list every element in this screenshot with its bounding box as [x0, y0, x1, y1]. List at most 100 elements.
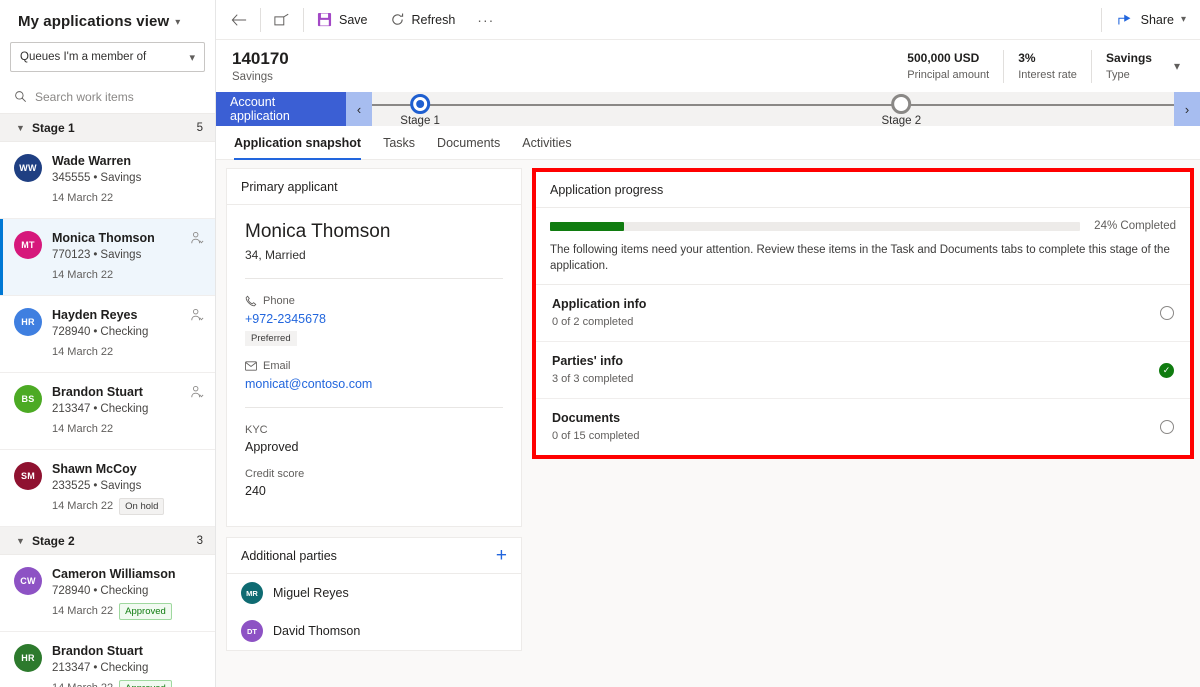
progress-bar-fill — [550, 221, 625, 231]
bpf-stage[interactable]: Stage 2 — [881, 92, 921, 127]
share-button[interactable]: Share ▾ — [1104, 0, 1200, 40]
open-record-button[interactable] — [263, 0, 301, 40]
search-placeholder: Search work items — [35, 89, 134, 104]
bpf-previous-button[interactable]: ‹ — [346, 92, 372, 126]
avatar: DT — [241, 620, 263, 642]
mail-icon — [245, 361, 257, 371]
progress-item[interactable]: Documents 0 of 15 completed — [536, 399, 1190, 455]
work-item-name: Hayden Reyes — [52, 308, 138, 322]
record-title: 140170 — [232, 48, 289, 68]
primary-applicant-card-header: Primary applicant — [227, 169, 521, 205]
header-field-label: Interest rate — [1018, 68, 1077, 81]
refresh-label: Refresh — [411, 12, 456, 27]
group-title: Stage 1 — [32, 120, 75, 135]
bpf-process-name[interactable]: Account application — [216, 92, 346, 126]
avatar: SM — [14, 462, 42, 490]
party-list-item[interactable]: MR Miguel Reyes — [227, 574, 521, 612]
work-item-name: Monica Thomson — [52, 231, 155, 245]
work-item-subtitle: 213347 • Checking — [52, 662, 149, 674]
tab-application-snapshot[interactable]: Application snapshot — [234, 126, 362, 160]
primary-applicant-card: Primary applicant Monica Thomson 34, Mar… — [226, 168, 522, 527]
work-item-date: 14 March 22 — [52, 500, 114, 512]
work-item-date: 14 March 22 — [52, 423, 114, 435]
phone-field-label-row: Phone — [245, 293, 503, 309]
work-item-row[interactable]: MT Monica Thomson 770123 • Savings 14 March 2… — [0, 219, 215, 296]
progress-item-title: Application info — [552, 297, 647, 311]
work-item-meta: 14 March 22 Approved — [52, 603, 179, 620]
phone-value[interactable]: +972-2345678 — [245, 312, 503, 326]
progress-items-list: Application info 0 of 2 completed Parties'… — [536, 285, 1190, 455]
record-subtitle: Savings — [232, 70, 273, 83]
work-item-row[interactable]: WW Wade Warren 345555 • Savings 14 March 22 — [0, 142, 215, 219]
progress-item-title: Documents — [552, 411, 621, 425]
assign-person-icon[interactable] — [189, 384, 205, 438]
assign-person-icon[interactable] — [189, 230, 205, 284]
credit-score-value: 240 — [245, 484, 266, 498]
progress-bar-row: 24% Completed — [550, 220, 1176, 232]
record-title-group: 140170 Savings — [232, 48, 893, 85]
divider — [260, 7, 261, 32]
progress-item[interactable]: Parties' info 3 of 3 completed ✓ — [536, 342, 1190, 399]
search-work-items[interactable]: Search work items — [0, 80, 215, 114]
work-item-icon-placeholder — [189, 153, 205, 207]
avatar: HR — [14, 308, 42, 336]
progress-item[interactable]: Application info 0 of 2 completed — [536, 285, 1190, 342]
work-item-body: Shawn McCoy 233525 • Savings 14 March 22 On h… — [52, 461, 179, 515]
assign-person-icon[interactable] — [189, 307, 205, 361]
work-item-body: Cameron Williamson 728940 • Checking 14 Marc… — [52, 566, 179, 620]
bpf-stage-node — [410, 94, 431, 114]
work-item-row[interactable]: HR Hayden Reyes 728940 • Checking 14 March 22 — [0, 296, 215, 373]
share-label: Share — [1140, 12, 1174, 27]
work-item-meta: 14 March 22 On hold — [52, 498, 179, 515]
search-icon — [14, 90, 27, 103]
chevron-down-icon: ▾ — [1180, 14, 1186, 25]
party-list-item[interactable]: DT David Thomson — [227, 612, 521, 650]
refresh-button[interactable]: Refresh — [379, 0, 467, 40]
work-items-list: ▼ Stage 1 5 WW Wade Warren 345555 • Savings 14 M… — [0, 114, 215, 687]
additional-parties-card-header: Additional parties + — [227, 538, 521, 574]
kyc-label: KYC — [245, 424, 268, 436]
tab-activities[interactable]: Activities — [522, 126, 571, 160]
work-item-row[interactable]: CW Cameron Williamson 728940 • Checking 14 Ma… — [0, 555, 215, 632]
business-process-flow: Account application ‹ Stage 1 Stage 2 › — [216, 92, 1200, 127]
queue-select[interactable]: Queues I'm a member of ▾ — [10, 42, 205, 72]
header-field-label: Principal amount — [907, 68, 990, 81]
view-title: My applications view — [18, 12, 170, 30]
group-header-stage-2[interactable]: ▼ Stage 2 3 — [0, 527, 215, 555]
progress-note: The following items need your attention.… — [550, 244, 1170, 272]
progress-item-subtitle: 0 of 15 completed — [552, 430, 640, 442]
view-switcher[interactable]: My applications view ▾ — [0, 0, 215, 42]
header-expand-button[interactable]: ▾ — [1166, 59, 1186, 73]
record-header: 140170 Savings 500,000 USD Principal amou… — [216, 40, 1200, 92]
work-item-name: Cameron Williamson — [52, 567, 176, 581]
applicant-meta: 34, Married — [245, 248, 306, 262]
header-field-label: Type — [1105, 68, 1130, 81]
application-progress-title: Application progress — [536, 172, 1190, 208]
progress-item-body: Application info 0 of 2 completed — [552, 296, 1160, 330]
save-button[interactable]: Save — [306, 0, 379, 40]
work-item-row[interactable]: BS Brandon Stuart 213347 • Checking 14 March … — [0, 373, 215, 450]
work-item-date: 14 March 22 — [52, 605, 114, 617]
back-button[interactable] — [220, 0, 258, 40]
work-item-row[interactable]: SM Shawn McCoy 233525 • Savings 14 March 22 On… — [0, 450, 215, 527]
avatar: WW — [14, 154, 42, 182]
group-header-stage-1[interactable]: ▼ Stage 1 5 — [0, 114, 215, 142]
email-value[interactable]: monicat@contoso.com — [245, 377, 503, 391]
avatar: MR — [241, 582, 263, 604]
bpf-next-button[interactable]: › — [1174, 92, 1200, 126]
progress-item-subtitle: 3 of 3 completed — [552, 373, 634, 385]
tab-documents[interactable]: Documents — [437, 126, 500, 160]
work-item-meta: 14 March 22 Approved — [52, 680, 179, 687]
phone-field: Phone +972-2345678 Preferred — [245, 293, 503, 346]
overflow-menu-button[interactable]: ··· — [466, 0, 505, 40]
work-item-date: 14 March 22 — [52, 680, 113, 687]
tab-tasks[interactable]: Tasks — [383, 126, 415, 160]
work-item-subtitle: 213347 • Checking — [52, 403, 149, 415]
avatar: MT — [14, 231, 42, 259]
bpf-stage[interactable]: Stage 1 — [400, 92, 440, 127]
command-bar: Save Refresh ··· Share ▾ — [216, 0, 1200, 40]
party-name: Miguel Reyes — [273, 586, 349, 600]
plus-icon[interactable]: + — [496, 546, 507, 565]
incomplete-circle-icon — [1160, 420, 1174, 434]
work-item-row[interactable]: HR Brandon Stuart 213347•Checking 14 March … — [0, 632, 215, 687]
